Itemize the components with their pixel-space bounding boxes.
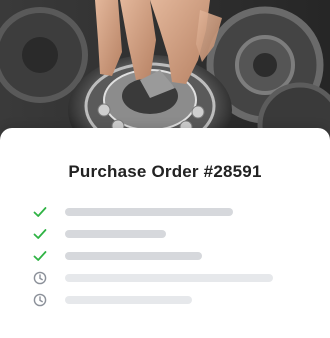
order-title: Purchase Order #28591	[68, 162, 262, 181]
order-status-card: Purchase Order #28591	[0, 128, 330, 338]
progress-step	[32, 248, 302, 264]
check-icon	[32, 248, 48, 264]
clock-icon	[32, 270, 48, 286]
progress-step	[32, 204, 302, 220]
progress-step	[32, 270, 302, 286]
clock-icon	[32, 292, 48, 308]
step-placeholder-bar	[65, 230, 166, 238]
step-placeholder-bar	[65, 274, 273, 282]
check-icon	[32, 204, 48, 220]
check-icon	[32, 226, 48, 242]
step-placeholder-bar	[65, 252, 202, 260]
progress-step	[32, 226, 302, 242]
progress-step	[32, 292, 302, 308]
purchase-order-card-frame: Purchase Order #28591	[0, 0, 330, 338]
step-placeholder-bar	[65, 296, 192, 304]
step-placeholder-bar	[65, 208, 233, 216]
